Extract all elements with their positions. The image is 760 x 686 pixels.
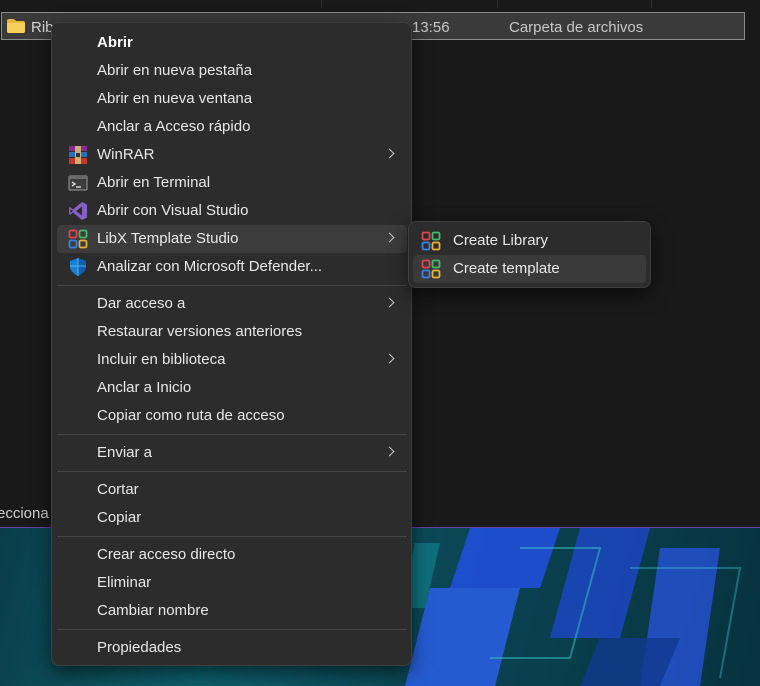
menu-item-copiar-ruta[interactable]: Copiar como ruta de acceso: [57, 402, 407, 430]
menu-item-abrir-nueva-ventana[interactable]: Abrir en nueva ventana: [57, 85, 407, 113]
menu-item-abrir-nueva-pestana[interactable]: Abrir en nueva pestaña: [57, 57, 407, 85]
menu-item-crear-acceso-directo[interactable]: Crear acceso directo: [57, 541, 407, 569]
menu-separator: [57, 629, 407, 630]
libx-submenu: Create Library Create template: [408, 221, 651, 288]
menu-item-label: Dar acceso a: [97, 295, 186, 312]
menu-item-label: Copiar: [97, 509, 142, 526]
submenu-item-create-template[interactable]: Create template: [413, 255, 646, 283]
menu-item-label: Abrir en nueva ventana: [97, 90, 253, 107]
menu-item-label: Abrir: [97, 34, 133, 51]
menu-item-label: Abrir con Visual Studio: [97, 202, 249, 219]
context-menu: Abrir Abrir en nueva pestaña Abrir en nu…: [51, 22, 412, 666]
menu-item-label: Incluir en biblioteca: [97, 351, 226, 368]
menu-item-label: Cambiar nombre: [97, 602, 209, 619]
file-type: Carpeta de archivos: [509, 19, 644, 36]
menu-separator: [57, 434, 407, 435]
menu-separator: [57, 536, 407, 537]
menu-item-label: Abrir en nueva pestaña: [97, 62, 253, 79]
menu-item-analizar-defender[interactable]: Analizar con Microsoft Defender...: [57, 253, 407, 281]
file-modified-time: 13:56: [412, 19, 450, 36]
chevron-right-icon: [384, 232, 395, 243]
menu-item-cortar[interactable]: Cortar: [57, 476, 407, 504]
chevron-right-icon: [384, 446, 395, 457]
menu-item-label: Copiar como ruta de acceso: [97, 407, 285, 424]
visual-studio-icon: [69, 202, 87, 220]
menu-item-enviar-a[interactable]: Enviar a: [57, 439, 407, 467]
libx-icon: [421, 231, 441, 251]
libx-icon: [68, 229, 88, 249]
menu-item-label: Anclar a Inicio: [97, 379, 192, 396]
menu-item-label: WinRAR: [97, 146, 155, 163]
menu-item-label: Propiedades: [97, 639, 182, 656]
menu-item-label: Anclar a Acceso rápido: [97, 118, 251, 135]
menu-item-propiedades[interactable]: Propiedades: [57, 634, 407, 662]
menu-item-eliminar[interactable]: Eliminar: [57, 569, 407, 597]
menu-item-restaurar-versiones[interactable]: Restaurar versiones anteriores: [57, 318, 407, 346]
menu-item-winrar[interactable]: WinRAR: [57, 141, 407, 169]
menu-item-label: Enviar a: [97, 444, 153, 461]
winrar-icon: [69, 146, 87, 164]
menu-item-label: Restaurar versiones anteriores: [97, 323, 303, 340]
menu-separator: [57, 285, 407, 286]
menu-item-anclar-inicio[interactable]: Anclar a Inicio: [57, 374, 407, 402]
terminal-icon: [68, 175, 88, 191]
menu-item-label: Analizar con Microsoft Defender...: [97, 258, 323, 275]
chevron-right-icon: [384, 353, 395, 364]
menu-item-label: Abrir en Terminal: [97, 174, 211, 191]
menu-item-anclar-acceso-rapido[interactable]: Anclar a Acceso rápido: [57, 113, 407, 141]
menu-separator: [57, 471, 407, 472]
menu-item-abrir[interactable]: Abrir: [57, 29, 407, 57]
menu-item-label: Eliminar: [97, 574, 152, 591]
menu-item-label: Crear acceso directo: [97, 546, 236, 563]
chevron-right-icon: [384, 148, 395, 159]
menu-item-copiar[interactable]: Copiar: [57, 504, 407, 532]
menu-item-cambiar-nombre[interactable]: Cambiar nombre: [57, 597, 407, 625]
menu-item-libx-template-studio[interactable]: LibX Template Studio: [57, 225, 407, 253]
submenu-item-label: Create template: [453, 260, 560, 277]
folder-icon: [7, 19, 25, 33]
menu-item-abrir-terminal[interactable]: Abrir en Terminal: [57, 169, 407, 197]
menu-item-incluir-biblioteca[interactable]: Incluir en biblioteca: [57, 346, 407, 374]
libx-icon: [421, 259, 441, 279]
menu-item-label: LibX Template Studio: [97, 230, 239, 247]
menu-item-label: Cortar: [97, 481, 139, 498]
status-bar-text: ecciona: [0, 505, 49, 522]
submenu-item-create-library[interactable]: Create Library: [413, 227, 646, 255]
submenu-item-label: Create Library: [453, 232, 549, 249]
chevron-right-icon: [384, 297, 395, 308]
menu-item-visual-studio[interactable]: Abrir con Visual Studio: [57, 197, 407, 225]
menu-item-dar-acceso[interactable]: Dar acceso a: [57, 290, 407, 318]
defender-shield-icon: [70, 258, 86, 276]
